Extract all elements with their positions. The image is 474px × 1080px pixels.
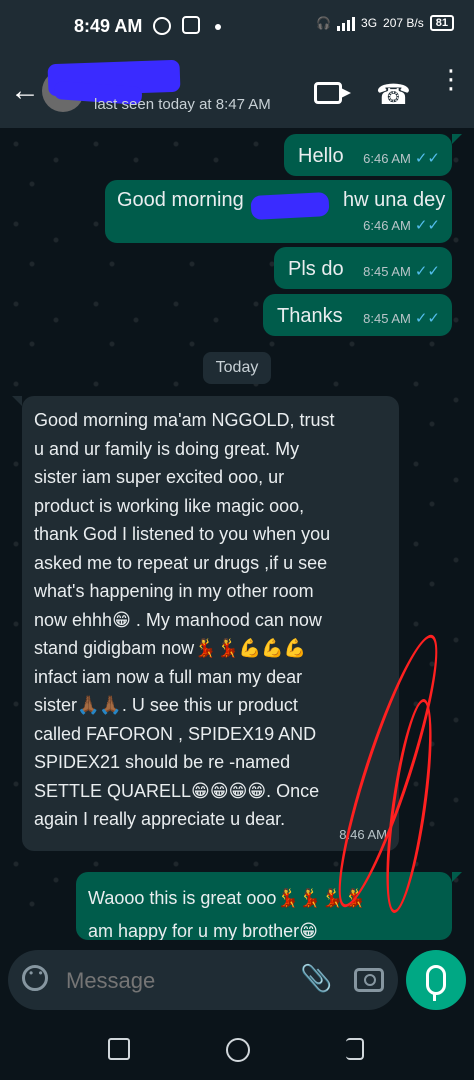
video-call-icon[interactable] bbox=[314, 82, 351, 104]
back-arrow-icon[interactable]: ← bbox=[10, 74, 40, 108]
message-bubble-incoming[interactable]: Good morning ma'am NGGOLD, trust u and u… bbox=[12, 396, 399, 851]
message-time: 6:46 AM ✓✓ bbox=[363, 217, 440, 234]
chat-header: ← last seen today at 8:47 AM ☎ ⋮ bbox=[0, 54, 474, 128]
nav-home-icon[interactable] bbox=[226, 1038, 250, 1062]
message-bubble-good-morning[interactable]: Good morning hw una dey 6:46 AM ✓✓ bbox=[105, 180, 452, 243]
status-right: 🎧 3G 207 B/s 81 bbox=[316, 15, 454, 31]
mic-button[interactable] bbox=[406, 950, 466, 1010]
chat-area: Hello 6:46 AM ✓✓ Good morning hw una dey … bbox=[0, 128, 474, 940]
network-type: 3G bbox=[361, 16, 378, 30]
date-chip: Today bbox=[203, 352, 271, 384]
browser-icon bbox=[153, 17, 171, 35]
nav-back-icon[interactable] bbox=[108, 1038, 130, 1060]
voice-call-icon[interactable]: ☎ bbox=[376, 78, 411, 111]
nav-recent-icon[interactable] bbox=[346, 1038, 364, 1060]
status-bar: 8:49 AM 🎧 3G 207 B/s 81 bbox=[0, 0, 474, 54]
message-time: 8:45 AM ✓✓ bbox=[363, 263, 440, 280]
incoming-message-text: Good morning ma'am NGGOLD, trust u and u… bbox=[34, 410, 335, 829]
emoji-icon[interactable] bbox=[22, 965, 48, 991]
message-bubble-hello[interactable]: Hello 6:46 AM ✓✓ bbox=[284, 134, 462, 176]
camera-icon[interactable] bbox=[354, 968, 384, 992]
status-time: 8:49 AM bbox=[74, 16, 143, 36]
double-check-icon: ✓✓ bbox=[414, 310, 440, 327]
attach-icon[interactable]: 📎 bbox=[300, 963, 332, 994]
android-nav-bar bbox=[0, 1020, 474, 1080]
double-check-icon: ✓✓ bbox=[414, 217, 440, 234]
message-bubble-thanks[interactable]: Thanks 8:45 AM ✓✓ bbox=[263, 294, 452, 336]
notification-dot-icon bbox=[215, 24, 221, 30]
more-vert-icon[interactable]: ⋮ bbox=[438, 66, 464, 92]
signal-icon bbox=[337, 15, 356, 31]
calendar-icon bbox=[182, 16, 200, 34]
message-composer: 📎 bbox=[8, 950, 398, 1012]
network-speed: 207 B/s bbox=[383, 16, 424, 30]
mic-icon bbox=[426, 965, 446, 1001]
last-seen-text: last seen today at 8:47 AM bbox=[94, 96, 271, 113]
double-check-icon: ✓✓ bbox=[414, 150, 440, 167]
battery-icon: 81 bbox=[429, 15, 454, 31]
headset-icon: 🎧 bbox=[316, 16, 332, 30]
message-time: 6:46 AM ✓✓ bbox=[363, 150, 440, 167]
message-time: 8:45 AM ✓✓ bbox=[363, 310, 440, 327]
double-check-icon: ✓✓ bbox=[414, 263, 440, 280]
name-redaction bbox=[250, 191, 330, 221]
outgoing-message-text: Waooo this is great ooo💃💃💃💃 am happy for… bbox=[88, 888, 367, 940]
message-bubble-pls-do[interactable]: Pls do 8:45 AM ✓✓ bbox=[274, 247, 452, 289]
message-input[interactable] bbox=[64, 950, 278, 1012]
